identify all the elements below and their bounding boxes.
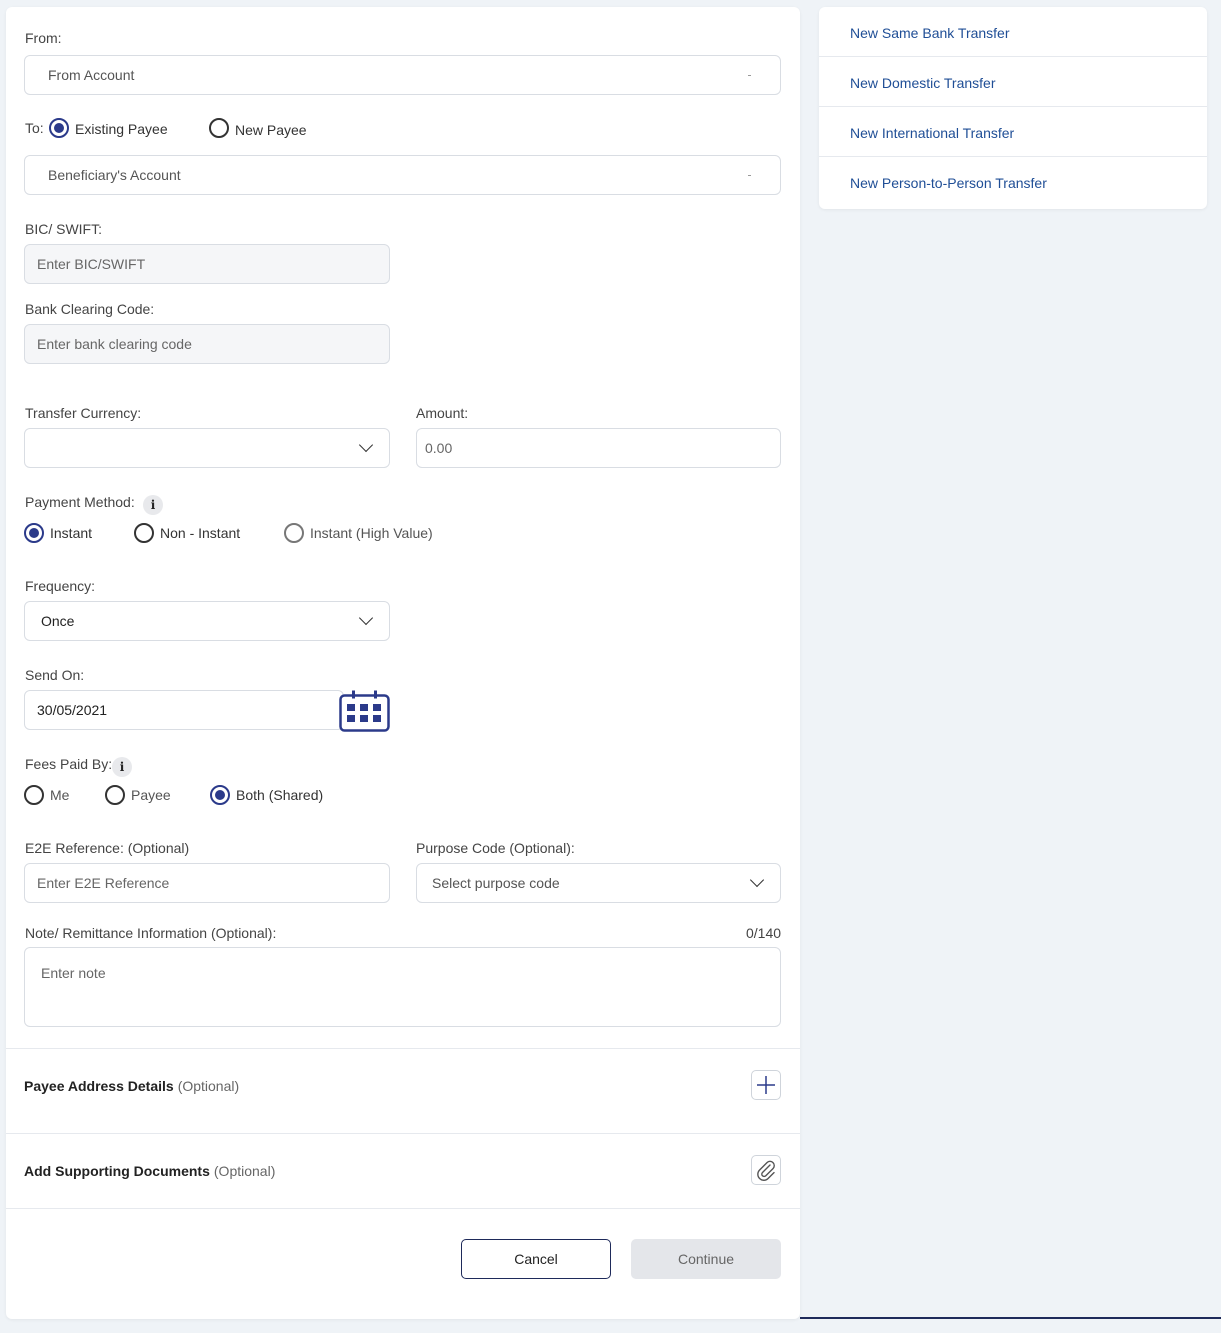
fees-payee-label[interactable]: Payee bbox=[131, 785, 171, 805]
from-account-placeholder: From Account bbox=[48, 67, 135, 83]
bic-label: BIC/ SWIFT: bbox=[25, 221, 102, 237]
chevron-down-icon bbox=[358, 437, 374, 453]
note-textarea[interactable] bbox=[24, 947, 781, 1027]
new-payee-label[interactable]: New Payee bbox=[235, 120, 307, 140]
purpose-code-placeholder: Select purpose code bbox=[432, 875, 560, 891]
e2e-input[interactable] bbox=[24, 863, 390, 903]
select-indicator bbox=[748, 175, 751, 176]
footer-accent-line bbox=[800, 1317, 1221, 1319]
menu-item-p2p-transfer[interactable]: New Person-to-Person Transfer bbox=[819, 157, 1207, 207]
note-label: Note/ Remittance Information (Optional): bbox=[25, 925, 277, 941]
beneficiary-account-placeholder: Beneficiary's Account bbox=[48, 167, 181, 183]
amount-input[interactable] bbox=[416, 428, 781, 468]
attach-documents-button[interactable] bbox=[751, 1155, 781, 1185]
fees-payee-radio[interactable] bbox=[105, 785, 125, 805]
clearing-code-label: Bank Clearing Code: bbox=[25, 301, 155, 317]
info-icon[interactable]: i bbox=[143, 495, 163, 515]
chevron-down-icon bbox=[749, 872, 765, 888]
bic-input[interactable] bbox=[24, 244, 390, 284]
section-divider bbox=[6, 1133, 800, 1134]
amount-label: Amount: bbox=[416, 405, 469, 421]
supporting-documents-section-title[interactable]: Add Supporting Documents (Optional) bbox=[24, 1163, 275, 1179]
purpose-label: Purpose Code (Optional): bbox=[416, 840, 575, 856]
payee-address-title: Payee Address Details bbox=[24, 1078, 174, 1094]
payment-method-label: Payment Method: bbox=[25, 494, 135, 510]
send-on-label: Send On: bbox=[25, 667, 85, 683]
add-address-button[interactable] bbox=[751, 1070, 781, 1100]
transfer-form-card: From: From Account To: Existing Payee Ne… bbox=[6, 7, 800, 1319]
frequency-select[interactable]: Once bbox=[24, 601, 390, 641]
calendar-icon[interactable] bbox=[339, 690, 390, 732]
frequency-label: Frequency: bbox=[25, 578, 96, 594]
menu-item-same-bank-transfer[interactable]: New Same Bank Transfer bbox=[819, 7, 1207, 57]
menu-item-international-transfer[interactable]: New International Transfer bbox=[819, 107, 1207, 157]
e2e-label: E2E Reference: (Optional) bbox=[25, 840, 190, 856]
fees-label: Fees Paid By: bbox=[25, 756, 113, 772]
to-label: To: bbox=[25, 120, 44, 136]
currency-label: Transfer Currency: bbox=[25, 405, 142, 421]
fees-me-radio[interactable] bbox=[24, 785, 44, 805]
non-instant-radio[interactable] bbox=[134, 523, 154, 543]
section-divider bbox=[6, 1048, 800, 1049]
non-instant-label[interactable]: Non - Instant bbox=[160, 523, 240, 543]
instant-label[interactable]: Instant bbox=[50, 523, 92, 543]
clearing-code-input[interactable] bbox=[24, 324, 390, 364]
note-char-counter: 0/140 bbox=[746, 925, 782, 941]
transfer-type-menu: New Same Bank Transfer New Domestic Tran… bbox=[819, 7, 1207, 209]
purpose-code-select[interactable]: Select purpose code bbox=[416, 863, 781, 903]
instant-high-value-radio[interactable] bbox=[284, 523, 304, 543]
payee-address-section-title[interactable]: Payee Address Details (Optional) bbox=[24, 1078, 239, 1094]
instant-radio[interactable] bbox=[24, 523, 44, 543]
chevron-down-icon bbox=[358, 610, 374, 626]
from-account-select[interactable]: From Account bbox=[24, 55, 781, 95]
frequency-value: Once bbox=[41, 613, 75, 629]
send-on-date-input[interactable] bbox=[24, 690, 344, 730]
supporting-documents-title: Add Supporting Documents bbox=[24, 1163, 210, 1179]
from-label: From: bbox=[25, 30, 62, 46]
menu-item-domestic-transfer[interactable]: New Domestic Transfer bbox=[819, 57, 1207, 107]
fees-both-label[interactable]: Both (Shared) bbox=[236, 785, 323, 805]
cancel-button[interactable]: Cancel bbox=[461, 1239, 611, 1279]
continue-button[interactable]: Continue bbox=[631, 1239, 781, 1279]
currency-select[interactable] bbox=[24, 428, 390, 468]
instant-high-value-label[interactable]: Instant (High Value) bbox=[310, 523, 433, 543]
plus-icon bbox=[757, 1076, 775, 1094]
new-payee-radio[interactable] bbox=[209, 118, 229, 138]
fees-me-label[interactable]: Me bbox=[50, 785, 69, 805]
payee-address-optional: (Optional) bbox=[177, 1078, 240, 1094]
paperclip-icon bbox=[757, 1160, 775, 1181]
info-icon[interactable]: i bbox=[112, 757, 132, 777]
existing-payee-radio[interactable] bbox=[49, 118, 69, 138]
select-indicator bbox=[748, 75, 751, 76]
existing-payee-label[interactable]: Existing Payee bbox=[75, 119, 168, 139]
beneficiary-account-select[interactable]: Beneficiary's Account bbox=[24, 155, 781, 195]
fees-both-radio[interactable] bbox=[210, 785, 230, 805]
supporting-documents-optional: (Optional) bbox=[213, 1163, 276, 1179]
section-divider bbox=[6, 1208, 800, 1209]
